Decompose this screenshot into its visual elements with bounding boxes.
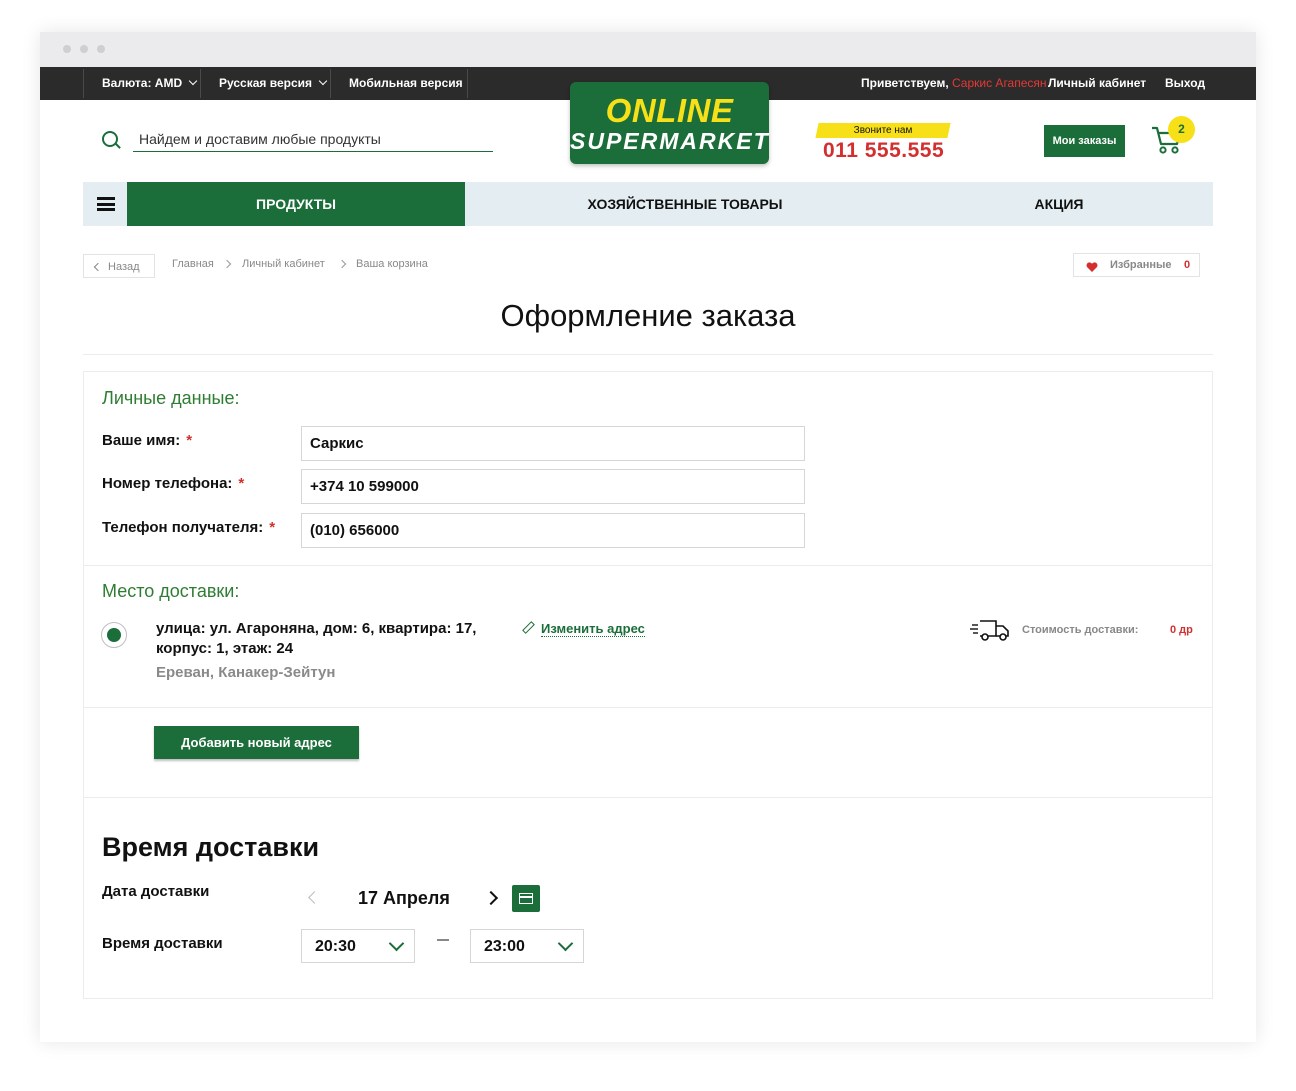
pencil-icon <box>522 621 535 634</box>
greeting-label: Приветствуем, <box>861 76 949 90</box>
chevron-down-icon <box>557 935 574 952</box>
topbar-divider <box>330 69 331 98</box>
my-orders-button[interactable]: Мои заказы <box>1044 125 1125 157</box>
checkout-panel <box>83 371 1213 999</box>
language-select[interactable]: Русская версия <box>219 67 328 100</box>
account-link[interactable]: Личный кабинет <box>1048 67 1146 100</box>
breadcrumb-home[interactable]: Главная <box>172 258 214 270</box>
search-icon[interactable] <box>102 131 118 147</box>
phone-label-text: Номер телефона: <box>102 475 233 492</box>
breadcrumb-cart[interactable]: Ваша корзина <box>356 258 428 270</box>
logo[interactable]: ONLINE SUPERMARKET <box>570 82 769 164</box>
topbar-divider <box>467 69 468 98</box>
back-button[interactable]: Назад <box>83 254 155 278</box>
name-label: Ваше имя: * <box>102 432 192 449</box>
browser-chrome <box>40 32 1256 67</box>
section-divider <box>83 797 1213 798</box>
edit-address-label: Изменить адрес <box>541 621 645 637</box>
delivery-date-value: 17 Апреля <box>358 888 450 908</box>
time-range-dash <box>437 939 449 941</box>
personal-data-title: Личные данные: <box>102 388 240 408</box>
window-close-dot[interactable] <box>63 45 71 53</box>
add-address-button[interactable]: Добавить новый адрес <box>154 726 359 759</box>
address-city: Ереван, Канакер-Зейтун <box>156 664 336 681</box>
window-minimize-dot[interactable] <box>80 45 88 53</box>
recipient-phone-label: Телефон получателя: * <box>102 519 275 536</box>
required-mark: * <box>186 432 193 449</box>
time-to-value: 23:00 <box>484 938 525 955</box>
recipient-phone-input[interactable] <box>301 513 805 548</box>
required-mark: * <box>238 475 245 492</box>
chevron-right-icon <box>337 259 347 269</box>
topbar-divider <box>83 69 84 98</box>
delivery-cost-value: 0 др <box>1170 624 1193 636</box>
section-divider <box>83 565 1213 566</box>
delivery-date-label: Дата доставки <box>102 883 210 900</box>
name-label-text: Ваше имя: <box>102 432 181 449</box>
favorites-count: 0 <box>1184 259 1191 271</box>
delivery-cost-label: Стоимость доставки: <box>1022 624 1139 636</box>
delivery-time-title: Время доставки <box>102 832 320 862</box>
call-label: Звоните нам <box>853 125 913 136</box>
nav-item-promo[interactable]: АКЦИЯ <box>905 182 1213 226</box>
page-title: Оформление заказа <box>500 298 796 333</box>
window-maximize-dot[interactable] <box>97 45 105 53</box>
recipient-phone-label-text: Телефон получателя: <box>102 519 264 536</box>
search-input[interactable] <box>133 126 493 152</box>
logo-line1: ONLINE <box>605 92 734 129</box>
delivery-place-title: Место доставки: <box>102 581 240 601</box>
favorites-label: Избранные <box>1110 259 1172 271</box>
language-label: Русская версия <box>219 76 313 90</box>
browser-window: Валюта: AMD Русская версия Мобильная вер… <box>40 32 1256 1042</box>
time-from-select[interactable]: 20:30 <box>301 929 415 963</box>
mobile-version-link[interactable]: Мобильная версия <box>349 67 463 100</box>
address-line-2: корпус: 1, этаж: 24 <box>156 640 294 657</box>
phone-input[interactable] <box>301 469 805 504</box>
greeting: Приветствуем, Саркис Агапесян <box>861 67 1047 100</box>
heart-icon <box>1086 262 1098 272</box>
user-name[interactable]: Саркис Агапесян <box>952 76 1047 90</box>
address-line-1: улица: ул. Агароняна, дом: 6, квартира: … <box>156 620 477 637</box>
time-from-value: 20:30 <box>315 938 356 955</box>
edit-address-link[interactable]: Изменить адрес <box>522 621 645 637</box>
breadcrumb-account[interactable]: Личный кабинет <box>242 258 325 270</box>
phone-label: Номер телефона: * <box>102 475 244 492</box>
cart-count-badge[interactable]: 2 <box>1168 116 1195 143</box>
phone-number[interactable]: 011 555.555 <box>823 139 944 163</box>
menu-icon[interactable] <box>97 197 115 211</box>
currency-label: Валюта: AMD <box>102 76 183 90</box>
chevron-down-icon <box>388 935 405 952</box>
time-to-select[interactable]: 23:00 <box>470 929 584 963</box>
chevron-right-icon <box>222 259 232 269</box>
truck-icon <box>970 620 1009 641</box>
chevron-down-icon <box>188 76 198 86</box>
favorites-button[interactable]: Избранные 0 <box>1073 253 1200 277</box>
currency-select[interactable]: Валюта: AMD <box>102 67 198 100</box>
chevron-down-icon <box>318 76 328 86</box>
title-divider <box>83 354 1213 355</box>
nav-item-products[interactable]: ПРОДУКТЫ <box>127 182 465 226</box>
required-mark: * <box>269 519 276 536</box>
delivery-time-label: Время доставки <box>102 935 223 952</box>
logout-link[interactable]: Выход <box>1165 67 1205 100</box>
main-nav: ПРОДУКТЫ ХОЗЯЙСТВЕННЫЕ ТОВАРЫ АКЦИЯ <box>83 182 1213 226</box>
name-input[interactable] <box>301 426 805 461</box>
address-radio[interactable] <box>101 622 127 648</box>
calendar-icon[interactable] <box>512 885 540 912</box>
topbar-divider <box>200 69 201 98</box>
nav-item-household[interactable]: ХОЗЯЙСТВЕННЫЕ ТОВАРЫ <box>465 182 905 226</box>
logo-line2: SUPERMARKET <box>570 128 770 154</box>
section-divider <box>83 707 1213 708</box>
